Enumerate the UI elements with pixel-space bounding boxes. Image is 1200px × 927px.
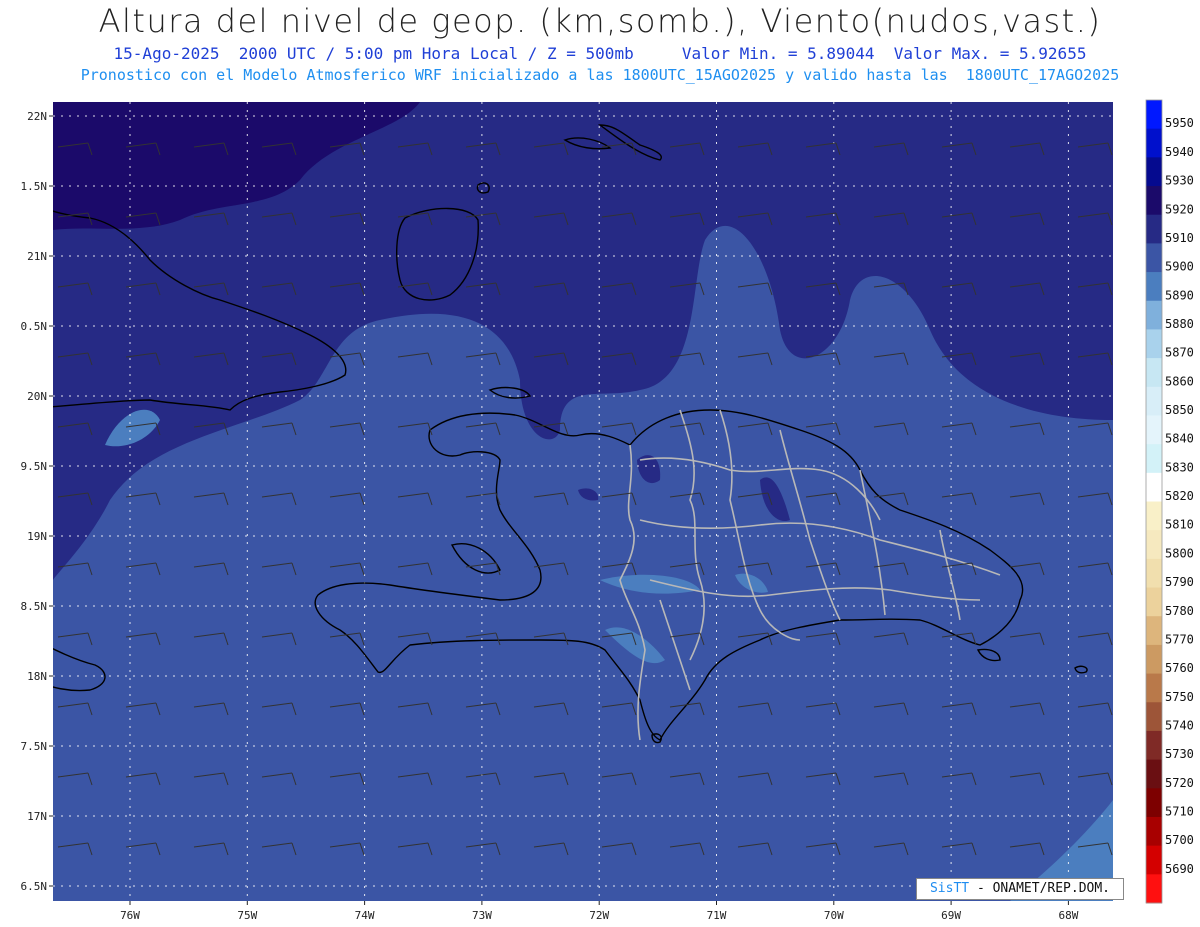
colorbar-label: 5720 — [1165, 776, 1194, 790]
colorbar-segment — [1146, 530, 1162, 560]
colorbar-label: 5860 — [1165, 374, 1194, 388]
colorbar-label: 5880 — [1165, 317, 1194, 331]
colorbar-label: 5700 — [1165, 833, 1194, 847]
colorbar-segment — [1146, 100, 1162, 130]
colorbar-label: 5950 — [1165, 116, 1194, 130]
colorbar-label: 5790 — [1165, 575, 1194, 589]
lon-label: 68W — [1058, 909, 1078, 922]
lon-label: 74W — [355, 909, 375, 922]
colorbar-segment — [1146, 587, 1162, 617]
colorbar-segment — [1146, 730, 1162, 761]
colorbar-segment — [1146, 329, 1162, 359]
lon-label: 69W — [941, 909, 961, 922]
lon-axis: 76W 75W 74W 73W 72W 71W 70W 69W 68W — [120, 901, 1079, 922]
lat-label: 19N — [27, 530, 47, 543]
colorbar-segment — [1146, 186, 1162, 216]
colorbar-segment — [1146, 243, 1162, 273]
colorbar-label: 5890 — [1165, 288, 1194, 302]
colorbar-label: 5750 — [1165, 690, 1194, 704]
colorbar: 5950 5940 5930 5920 5910 5900 5890 5880 5870 5860… — [1145, 99, 1194, 904]
colorbar-label: 5760 — [1165, 661, 1194, 675]
lat-label: 6.5N — [21, 880, 48, 893]
lon-label: 72W — [589, 909, 609, 922]
colorbar-segment — [1146, 845, 1162, 875]
lon-label: 75W — [237, 909, 257, 922]
credit-text: - ONAMET/REP.DOM. — [976, 881, 1111, 896]
colorbar-label: 5770 — [1165, 632, 1194, 646]
lat-label: 1.5N — [21, 180, 48, 193]
colorbar-label: 5690 — [1165, 862, 1194, 876]
colorbar-label: 5870 — [1165, 346, 1194, 360]
colorbar-label: 5800 — [1165, 546, 1194, 560]
colorbar-label: 5810 — [1165, 518, 1194, 532]
colorbar-segment — [1146, 874, 1162, 904]
colorbar-label: 5820 — [1165, 489, 1194, 503]
lat-label: 9.5N — [21, 460, 48, 473]
colorbar-label: 5830 — [1165, 460, 1194, 474]
colorbar-segment — [1146, 472, 1162, 502]
colorbar-label: 5900 — [1165, 260, 1194, 274]
map-field — [53, 102, 1113, 901]
lat-label: 7.5N — [21, 740, 48, 753]
colorbar-label: 5930 — [1165, 174, 1194, 188]
colorbar-segment — [1146, 501, 1162, 531]
credit-brand: SisTT — [929, 881, 970, 896]
colorbar-segment — [1146, 358, 1162, 388]
lat-label: 8.5N — [21, 600, 48, 613]
colorbar-label: 5850 — [1165, 403, 1194, 417]
colorbar-segment — [1146, 558, 1162, 589]
colorbar-segment — [1146, 616, 1162, 646]
lon-label: 76W — [120, 909, 140, 922]
colorbar-segment — [1146, 128, 1162, 158]
lon-label: 71W — [707, 909, 727, 922]
colorbar-segment — [1146, 444, 1162, 474]
colorbar-segment — [1146, 673, 1162, 703]
colorbar-label: 5940 — [1165, 145, 1194, 159]
lon-label: 73W — [472, 909, 492, 922]
lat-label: 22N — [27, 110, 47, 123]
lat-label: 0.5N — [21, 320, 48, 333]
lat-axis: 22N 1.5N 21N 0.5N 20N 9.5N 19N 8.5N 18N 7.5N 17N 6.… — [21, 110, 53, 893]
colorbar-segment — [1146, 644, 1162, 675]
colorbar-segment — [1146, 759, 1162, 789]
colorbar-segment — [1146, 788, 1162, 818]
colorbar-label: 5910 — [1165, 231, 1194, 245]
colorbar-label: 5920 — [1165, 202, 1194, 216]
lon-label: 70W — [824, 909, 844, 922]
colorbar-segment — [1146, 702, 1162, 732]
lat-label: 18N — [27, 670, 47, 683]
colorbar-segment — [1146, 816, 1162, 847]
lat-label: 20N — [27, 390, 47, 403]
colorbar-segment — [1146, 415, 1162, 445]
colorbar-label: 5780 — [1165, 604, 1194, 618]
colorbar-segment — [1146, 214, 1162, 244]
credit-box: SisTT - ONAMET/REP.DOM. — [916, 878, 1124, 900]
colorbar-label: 5730 — [1165, 747, 1194, 761]
lat-label: 21N — [27, 250, 47, 263]
lat-label: 17N — [27, 810, 47, 823]
colorbar-segment — [1146, 300, 1162, 330]
geopotential-map: 22N 1.5N 21N 0.5N 20N 9.5N 19N 8.5N 18N 7.5N 17N 6.… — [21, 99, 1194, 922]
colorbar-label: 5740 — [1165, 718, 1194, 732]
colorbar-segment — [1146, 272, 1162, 302]
colorbar-segment — [1146, 386, 1162, 416]
colorbar-label: 5710 — [1165, 805, 1194, 819]
colorbar-label: 5840 — [1165, 432, 1194, 446]
colorbar-segment — [1146, 157, 1162, 187]
